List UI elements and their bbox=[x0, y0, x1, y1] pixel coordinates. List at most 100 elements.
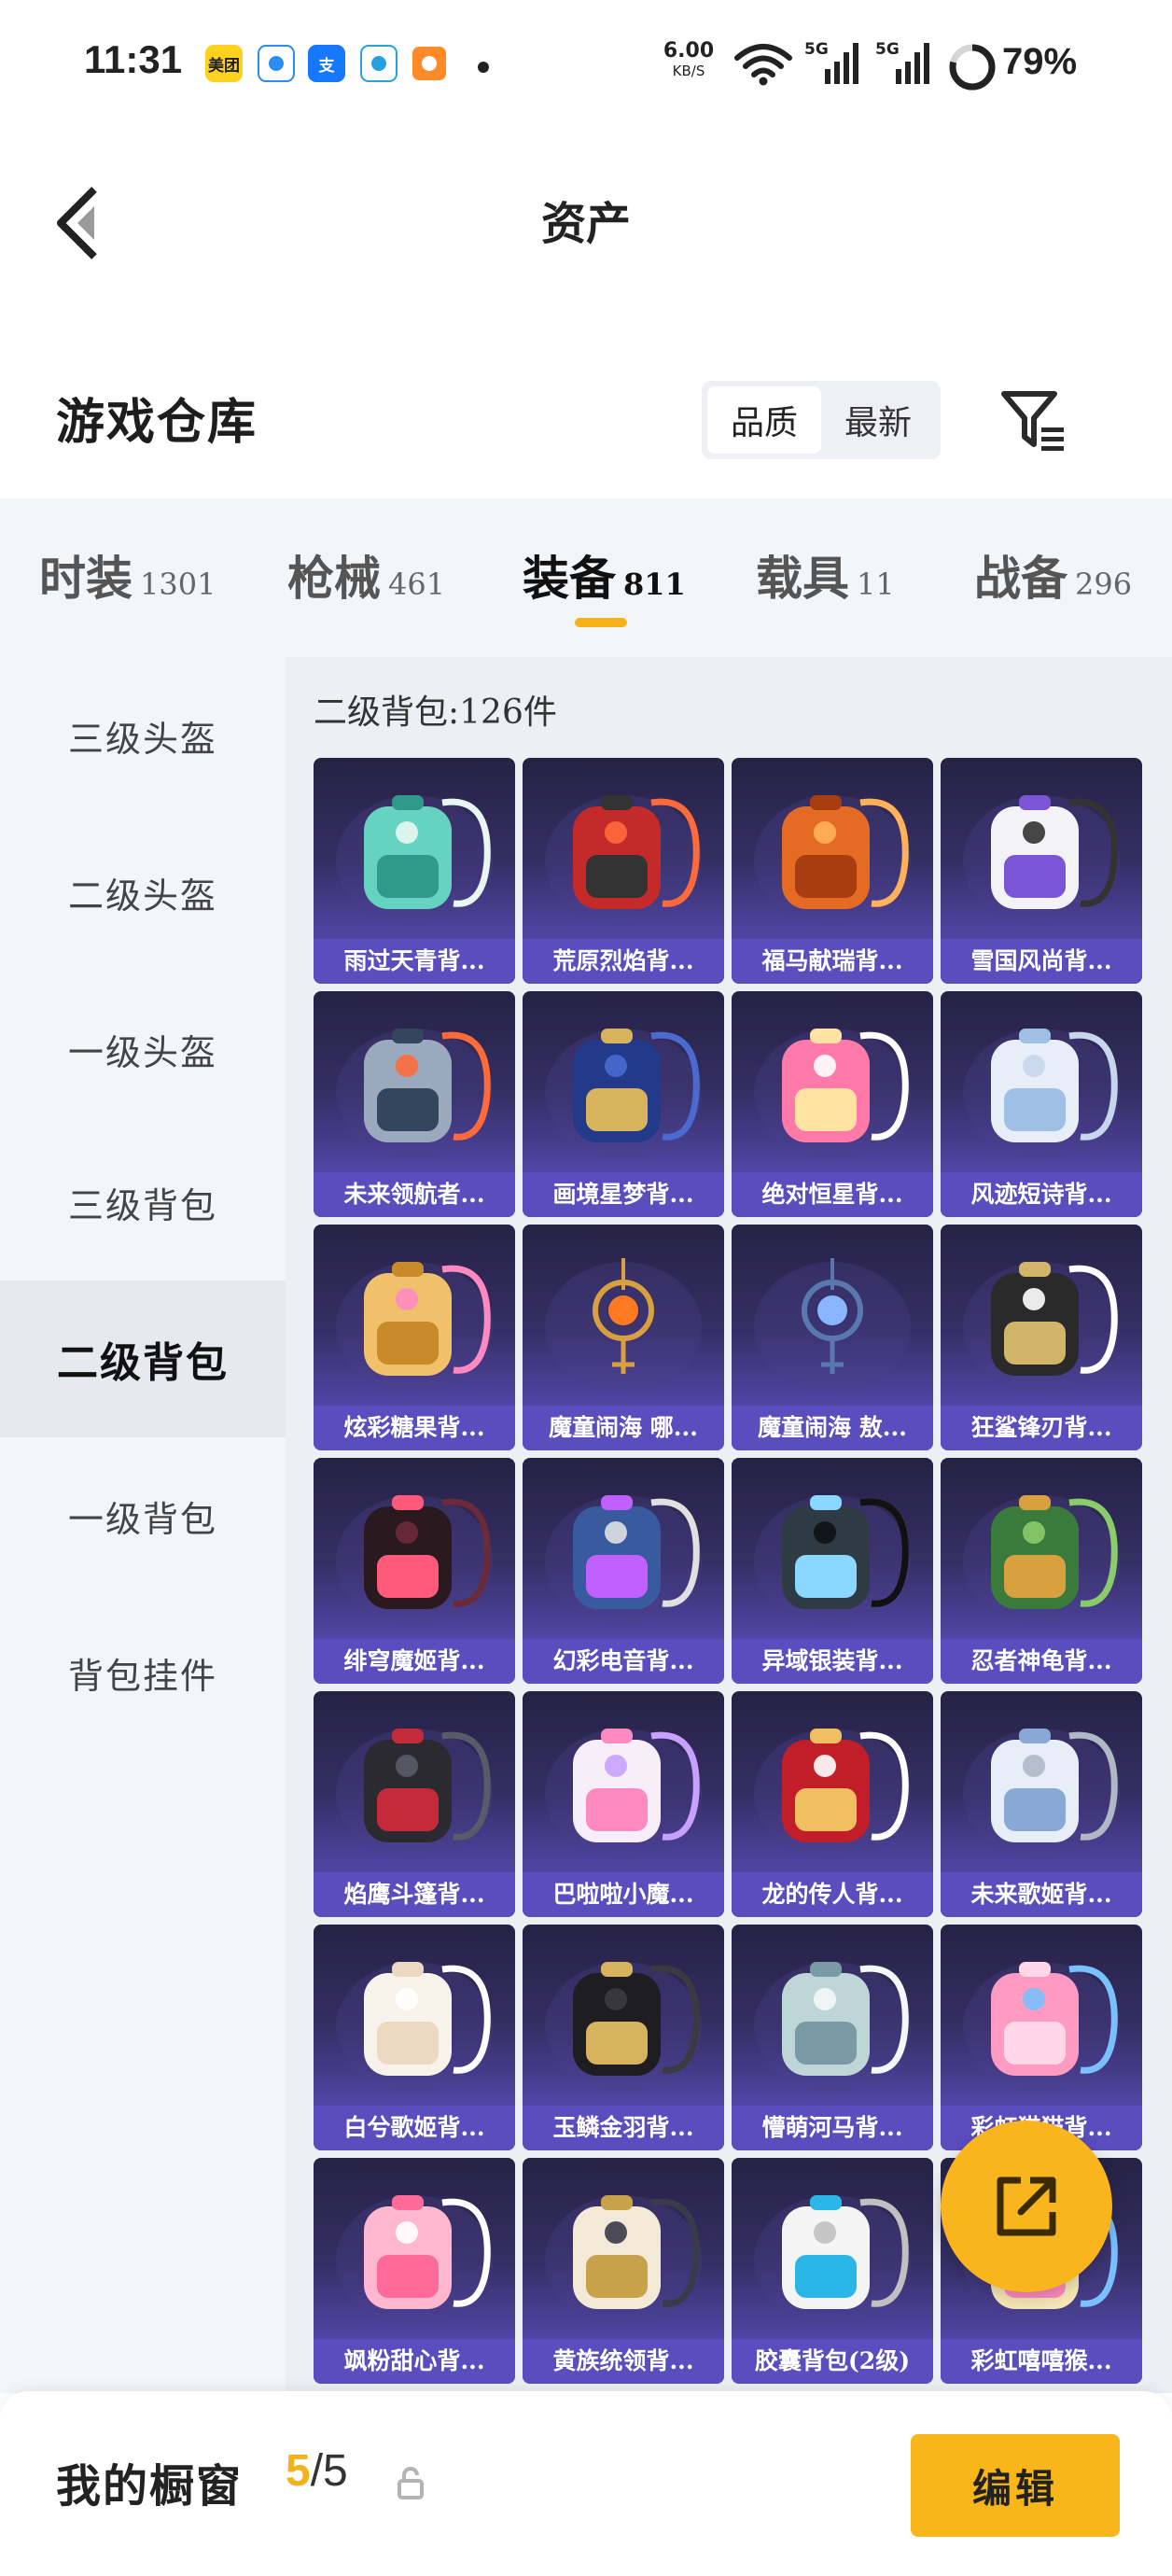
tab-fashion[interactable]: 时装 1301 bbox=[39, 541, 216, 609]
item-card[interactable]: 焰鹰斗篷背... bbox=[314, 1691, 515, 1917]
item-card-label: 黄族统领背... bbox=[523, 2339, 724, 2384]
item-card[interactable]: 幻彩电音背... bbox=[523, 1458, 724, 1684]
item-card[interactable]: 玉鳞金羽背... bbox=[523, 1925, 724, 2150]
item-card-label: 玉鳞金羽背... bbox=[523, 2106, 724, 2150]
black-gold-bag-icon bbox=[523, 1925, 724, 2106]
tab-count: 11 bbox=[857, 567, 895, 602]
showcase-count: 5/5 bbox=[286, 2445, 348, 2497]
sidebar-item-backpack-lv2[interactable]: 二级背包 bbox=[0, 1281, 286, 1437]
bottom-bar: 我的橱窗 5/5 编辑 bbox=[0, 2391, 1172, 2576]
showcase-label: 我的橱窗 bbox=[56, 2460, 244, 2513]
teal-dragon-backpack-icon bbox=[314, 758, 515, 939]
pink-cat-backpack-icon bbox=[941, 1925, 1142, 2106]
item-card[interactable]: 忍者神龟背... bbox=[941, 1458, 1142, 1684]
tab-vehicles[interactable]: 载具 11 bbox=[756, 541, 895, 609]
item-card[interactable]: 绝对恒星背... bbox=[732, 991, 933, 1217]
page-title: 资产 bbox=[540, 198, 631, 250]
item-card-label: 懵萌河马背... bbox=[732, 2106, 933, 2150]
item-card[interactable]: 雨过天青背... bbox=[314, 758, 515, 984]
item-card[interactable]: 画境星梦背... bbox=[523, 991, 724, 1217]
notification-dot-icon bbox=[478, 62, 489, 73]
sidebar: 三级头盔 二级头盔 一级头盔 三级背包 二级背包 一级背包 背包挂件 bbox=[0, 657, 286, 2393]
item-card[interactable]: 荒原烈焰背... bbox=[523, 758, 724, 984]
item-card-label: 幻彩电音背... bbox=[523, 1639, 724, 1684]
item-card[interactable]: 未来歌姬背... bbox=[941, 1691, 1142, 1917]
item-card-label: 胶囊背包(2级) bbox=[732, 2339, 933, 2384]
showcase-count-current: 5 bbox=[286, 2446, 311, 2496]
item-card[interactable]: 彩虹猫猫背... bbox=[941, 1925, 1142, 2150]
sidebar-item-backpack-lv1[interactable]: 一级背包 bbox=[0, 1437, 286, 1594]
item-card-label: 风迹短诗背... bbox=[941, 1172, 1142, 1217]
item-card-label: 画境星梦背... bbox=[523, 1172, 724, 1217]
sidebar-item-backpack-charm[interactable]: 背包挂件 bbox=[0, 1594, 286, 1751]
alipay-app-icon: 支 bbox=[308, 45, 345, 82]
filter-icon bbox=[1001, 391, 1064, 451]
item-card[interactable]: 未来领航者... bbox=[314, 991, 515, 1217]
battery-icon bbox=[949, 44, 996, 91]
sidebar-item-helmet-lv2[interactable]: 二级头盔 bbox=[0, 814, 286, 971]
item-card[interactable]: 飒粉甜心背... bbox=[314, 2158, 515, 2384]
item-card-label: 绝对恒星背... bbox=[732, 1172, 933, 1217]
item-card[interactable]: 龙的传人背... bbox=[732, 1691, 933, 1917]
tab-firearms[interactable]: 枪械 461 bbox=[287, 541, 445, 609]
candy-round-backpack-icon bbox=[314, 1225, 515, 1406]
item-card[interactable]: 狂鲨锋刃背... bbox=[941, 1225, 1142, 1450]
item-card-label: 龙的传人背... bbox=[732, 1872, 933, 1917]
edit-button[interactable]: 编辑 bbox=[911, 2434, 1120, 2537]
sidebar-item-helmet-lv3[interactable]: 三级头盔 bbox=[0, 657, 286, 814]
item-card-label: 福马献瑞背... bbox=[732, 939, 933, 984]
item-card[interactable]: 雪国风尚背... bbox=[941, 758, 1142, 984]
tab-label: 装备 bbox=[523, 551, 616, 606]
item-card[interactable]: 懵萌河马背... bbox=[732, 1925, 933, 2150]
red-armor-backpack-icon bbox=[523, 758, 724, 939]
filter-button[interactable] bbox=[997, 383, 1071, 457]
item-card[interactable]: 魔童闹海 哪... bbox=[523, 1225, 724, 1450]
item-card[interactable]: 异域银装背... bbox=[732, 1458, 933, 1684]
item-card[interactable]: 绯穹魔姬背... bbox=[314, 1458, 515, 1684]
item-card-label: 炫彩糖果背... bbox=[314, 1406, 515, 1450]
share-button[interactable] bbox=[941, 2121, 1112, 2292]
orange-horse-backpack-icon bbox=[732, 758, 933, 939]
item-card-label: 魔童闹海 敖... bbox=[732, 1406, 933, 1450]
item-card-label: 雨过天青背... bbox=[314, 939, 515, 984]
tab-label: 枪械 bbox=[287, 551, 381, 606]
item-card-label: 雪国风尚背... bbox=[941, 939, 1142, 984]
item-card[interactable]: 风迹短诗背... bbox=[941, 991, 1142, 1217]
sidebar-item-backpack-lv3[interactable]: 三级背包 bbox=[0, 1124, 286, 1281]
item-card[interactable]: 福马献瑞背... bbox=[732, 758, 933, 984]
speaker-eye-backpack-icon bbox=[523, 1458, 724, 1639]
turtle-backpack-icon bbox=[941, 1458, 1142, 1639]
item-card[interactable]: 魔童闹海 敖... bbox=[732, 1225, 933, 1450]
sort-option-quality[interactable]: 品质 bbox=[707, 386, 821, 454]
item-card[interactable]: 白兮歌姬背... bbox=[314, 1925, 515, 2150]
item-card-label: 白兮歌姬背... bbox=[314, 2106, 515, 2150]
paper-plane-app-icon bbox=[360, 45, 398, 82]
tab-equipment[interactable]: 装备 811 bbox=[523, 541, 686, 609]
snowman-backpack-icon bbox=[941, 758, 1142, 939]
network-speed: 6.00 KB/S bbox=[661, 41, 717, 78]
item-card-label: 狂鲨锋刃背... bbox=[941, 1406, 1142, 1450]
tab-count: 296 bbox=[1075, 567, 1133, 602]
video-app-icon bbox=[411, 45, 448, 82]
item-card[interactable]: 巴啦啦小魔... bbox=[523, 1691, 724, 1917]
water-orb-pendant-icon bbox=[732, 1225, 933, 1406]
sort-toggle: 品质 最新 bbox=[702, 381, 941, 459]
magic-fairy-backpack-icon bbox=[523, 1691, 724, 1872]
item-card-label: 魔童闹海 哪... bbox=[523, 1406, 724, 1450]
tab-label: 载具 bbox=[756, 551, 849, 606]
sidebar-item-helmet-lv1[interactable]: 一级头盔 bbox=[0, 971, 286, 1127]
item-card[interactable]: 胶囊背包(2级) bbox=[732, 2158, 933, 2384]
blue-book-backpack-icon bbox=[523, 991, 724, 1172]
item-card[interactable]: 黄族统领背... bbox=[523, 2158, 724, 2384]
signal-label-2: 5G bbox=[875, 40, 900, 59]
sort-option-newest[interactable]: 最新 bbox=[821, 386, 935, 454]
item-card[interactable]: 炫彩糖果背... bbox=[314, 1225, 515, 1450]
share-external-icon bbox=[997, 2177, 1056, 2236]
tab-supplies[interactable]: 战备 296 bbox=[974, 541, 1132, 609]
signal-label: 5G bbox=[804, 40, 829, 59]
item-card-label: 焰鹰斗篷背... bbox=[314, 1872, 515, 1917]
item-card-label: 异域银装背... bbox=[732, 1639, 933, 1684]
item-card-label: 飒粉甜心背... bbox=[314, 2339, 515, 2384]
active-tab-indicator bbox=[575, 618, 627, 627]
status-time: 11:31 bbox=[84, 37, 183, 81]
